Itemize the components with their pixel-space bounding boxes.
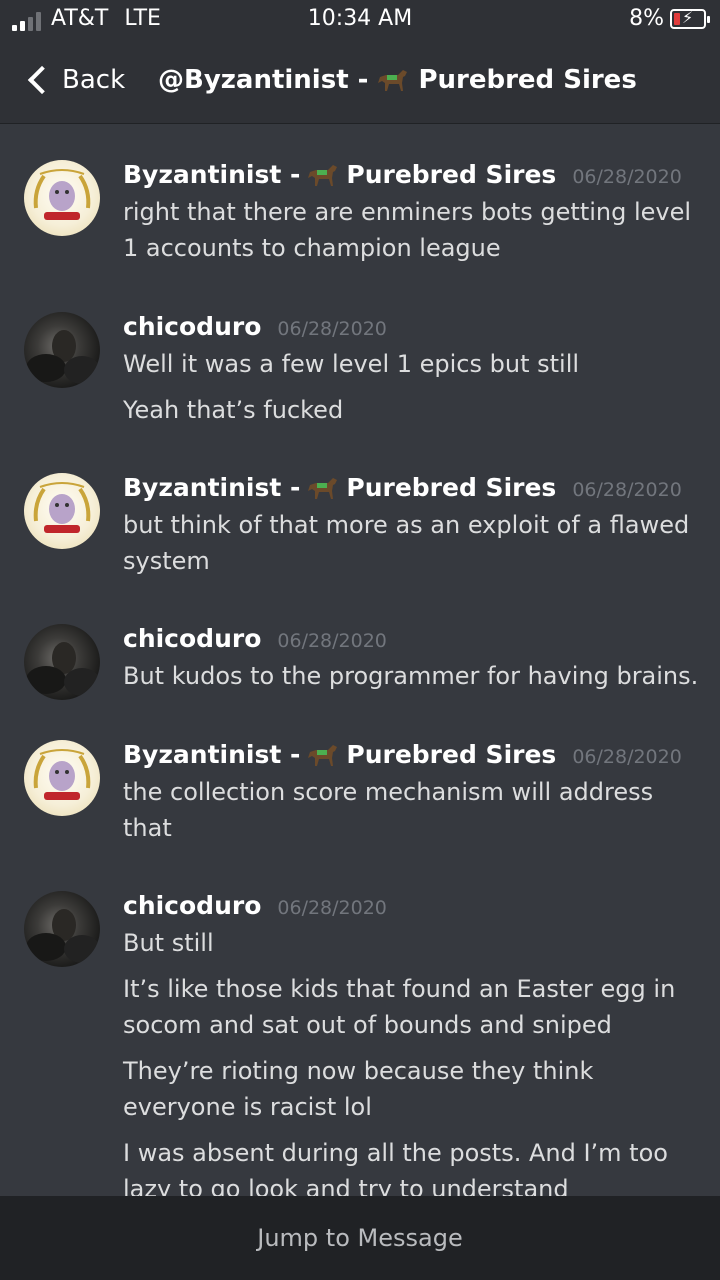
- battery-percent: 8%: [629, 6, 664, 31]
- message-body: Byzantinist - Purebred Sires 06/28/2020 …: [123, 740, 703, 846]
- horse-icon: [308, 744, 338, 766]
- avatar-crest-icon: [33, 482, 91, 533]
- message-timestamp: 06/28/2020: [572, 746, 682, 768]
- back-button[interactable]: Back: [22, 58, 125, 102]
- author-suffix: Purebred Sires: [346, 740, 557, 769]
- avatar[interactable]: [24, 740, 100, 816]
- status-bar: AT&T LTE 10:34 AM 8% ⚡: [0, 0, 720, 40]
- author-name[interactable]: Byzantinist - Purebred Sires: [123, 473, 556, 502]
- avatar[interactable]: [24, 160, 100, 236]
- author-prefix: Byzantinist -: [123, 740, 301, 769]
- author-prefix: Byzantinist -: [123, 160, 301, 189]
- horse-icon: [308, 164, 338, 186]
- avatar-photo-icon: [26, 909, 100, 963]
- horse-icon: [378, 70, 408, 91]
- message-timestamp: 06/28/2020: [572, 479, 682, 501]
- message-text[interactable]: Yeah that’s fucked: [123, 392, 703, 428]
- title-prefix: @Byzantinist -: [158, 65, 369, 95]
- message-text[interactable]: the collection score mechanism will addr…: [123, 774, 703, 846]
- message-header: Byzantinist - Purebred Sires 06/28/2020: [123, 740, 703, 774]
- message-text[interactable]: Well it was a few level 1 epics but stil…: [123, 346, 703, 382]
- message-body: chicoduro 06/28/2020 But kudos to the pr…: [123, 624, 703, 694]
- title-suffix: Purebred Sires: [418, 65, 637, 95]
- message-text[interactable]: But kudos to the programmer for having b…: [123, 658, 703, 694]
- avatar-photo-icon: [26, 330, 100, 384]
- avatar-crest-icon: [33, 169, 91, 220]
- message-header: Byzantinist - Purebred Sires 06/28/2020: [123, 160, 703, 194]
- message-body: chicoduro 06/28/2020 But still It’s like…: [123, 891, 703, 1196]
- message-header: chicoduro 06/28/2020: [123, 624, 703, 658]
- avatar[interactable]: [24, 624, 100, 700]
- message-list[interactable]: Byzantinist - Purebred Sires 06/28/2020 …: [0, 124, 720, 1196]
- message-body: chicoduro 06/28/2020 Well it was a few l…: [123, 312, 703, 428]
- jump-to-message-label: Jump to Message: [257, 1224, 463, 1252]
- message-body: Byzantinist - Purebred Sires 06/28/2020 …: [123, 473, 703, 579]
- avatar[interactable]: [24, 473, 100, 549]
- jump-to-message-button[interactable]: Jump to Message: [0, 1196, 720, 1280]
- chevron-left-icon: [27, 65, 57, 95]
- horse-icon: [308, 477, 338, 499]
- message-timestamp: 06/28/2020: [277, 897, 387, 919]
- author-name[interactable]: chicoduro: [123, 624, 261, 653]
- author-name[interactable]: Byzantinist - Purebred Sires: [123, 740, 556, 769]
- author-suffix: Purebred Sires: [346, 473, 557, 502]
- author-name[interactable]: Byzantinist - Purebred Sires: [123, 160, 556, 189]
- message-text[interactable]: but think of that more as an exploit of …: [123, 507, 703, 579]
- status-time: 10:34 AM: [307, 6, 413, 31]
- message-text[interactable]: They’re rioting now because they think e…: [123, 1053, 703, 1125]
- message-timestamp: 06/28/2020: [572, 166, 682, 188]
- message-timestamp: 06/28/2020: [277, 318, 387, 340]
- message-header: chicoduro 06/28/2020: [123, 891, 703, 925]
- avatar-photo-icon: [26, 642, 100, 696]
- avatar[interactable]: [24, 312, 100, 388]
- message-text[interactable]: It’s like those kids that found an Easte…: [123, 971, 703, 1043]
- avatar-crest-icon: [33, 749, 91, 800]
- back-label: Back: [62, 65, 126, 95]
- message-text[interactable]: I was absent during all the posts. And I…: [123, 1135, 703, 1196]
- author-name[interactable]: chicoduro: [123, 891, 261, 920]
- battery-icon: ⚡: [670, 7, 710, 29]
- message-header: chicoduro 06/28/2020: [123, 312, 703, 346]
- author-name[interactable]: chicoduro: [123, 312, 261, 341]
- avatar[interactable]: [24, 891, 100, 967]
- message-body: Byzantinist - Purebred Sires 06/28/2020 …: [123, 160, 703, 266]
- battery-fill: [674, 12, 680, 25]
- nav-bar: Back @Byzantinist - Purebred Sires: [0, 40, 720, 124]
- message-text[interactable]: But still: [123, 925, 703, 961]
- conversation-title: @Byzantinist - Purebred Sires: [158, 62, 637, 98]
- charging-bolt-icon: ⚡: [682, 7, 694, 27]
- message-timestamp: 06/28/2020: [277, 630, 387, 652]
- message-header: Byzantinist - Purebred Sires 06/28/2020: [123, 473, 703, 507]
- author-suffix: Purebred Sires: [346, 160, 557, 189]
- status-right: 8% ⚡: [629, 6, 710, 31]
- message-text[interactable]: right that there are enminers bots getti…: [123, 194, 703, 266]
- author-prefix: Byzantinist -: [123, 473, 301, 502]
